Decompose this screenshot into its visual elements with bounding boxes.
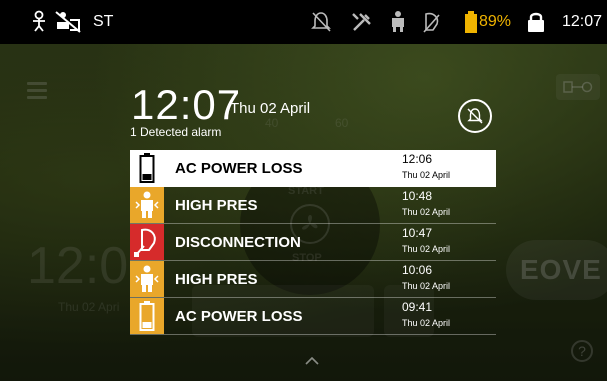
battery-percent: 89% <box>479 13 512 30</box>
alarm-time: 10:06 <box>402 263 433 277</box>
alarm-name: HIGH PRES <box>175 270 258 288</box>
alarm-name: DISCONNECTION <box>175 233 301 251</box>
alarm-muted-icon <box>310 10 332 34</box>
detected-alarm-count: 1 Detected alarm <box>130 125 222 139</box>
alarm-mute-button[interactable] <box>458 99 492 133</box>
alarm-row[interactable]: DISCONNECTION 10:47 Thu 02 April <box>130 224 496 261</box>
alarm-name: AC POWER LOSS <box>175 307 303 325</box>
overlay-date: Thu 02 April <box>230 100 311 117</box>
battery-icon <box>130 298 164 334</box>
alarm-history-list: AC POWER LOSS 12:06 Thu 02 April HIGH PR… <box>130 150 496 335</box>
high-pressure-icon <box>130 261 164 297</box>
alarm-row[interactable]: HIGH PRES 10:06 Thu 02 April <box>130 261 496 298</box>
ventilated-patient-icon <box>28 10 50 34</box>
alarm-date: Thu 02 April <box>402 244 451 254</box>
alarm-date: Thu 02 April <box>402 318 451 328</box>
chevron-up-icon[interactable] <box>305 352 319 370</box>
status-clock: 12:07 <box>562 13 603 30</box>
alarm-time: 12:06 <box>402 152 433 166</box>
alarm-name: HIGH PRES <box>175 196 258 214</box>
alarm-time: 09:41 <box>402 300 433 314</box>
alarm-date: Thu 02 April <box>402 170 451 180</box>
alarm-time: 10:48 <box>402 189 433 203</box>
high-pressure-icon <box>130 187 164 223</box>
patient-icon <box>388 10 408 34</box>
alarm-muted-icon <box>467 108 483 124</box>
alarm-row[interactable]: AC POWER LOSS 09:41 Thu 02 April <box>130 298 496 335</box>
alarm-date: Thu 02 April <box>402 281 451 291</box>
patient-disconnected-icon <box>54 10 82 34</box>
alarm-row[interactable]: HIGH PRES 10:48 Thu 02 April <box>130 187 496 224</box>
lock-icon[interactable] <box>527 10 545 34</box>
disconnection-icon <box>130 224 164 260</box>
status-bar: ST 89% 12:07 <box>0 0 607 44</box>
battery-icon <box>465 10 477 34</box>
alarm-name: AC POWER LOSS <box>175 159 303 177</box>
circuit-icon <box>420 10 442 34</box>
alarm-time: 10:47 <box>402 226 433 240</box>
battery-icon <box>130 150 164 186</box>
overlay-time: 12:07 <box>131 81 242 128</box>
alarm-row[interactable]: AC POWER LOSS 12:06 Thu 02 April <box>130 150 496 187</box>
alarm-date: Thu 02 April <box>402 207 451 217</box>
status-left-label: ST <box>93 13 114 30</box>
tools-icon <box>350 10 374 34</box>
